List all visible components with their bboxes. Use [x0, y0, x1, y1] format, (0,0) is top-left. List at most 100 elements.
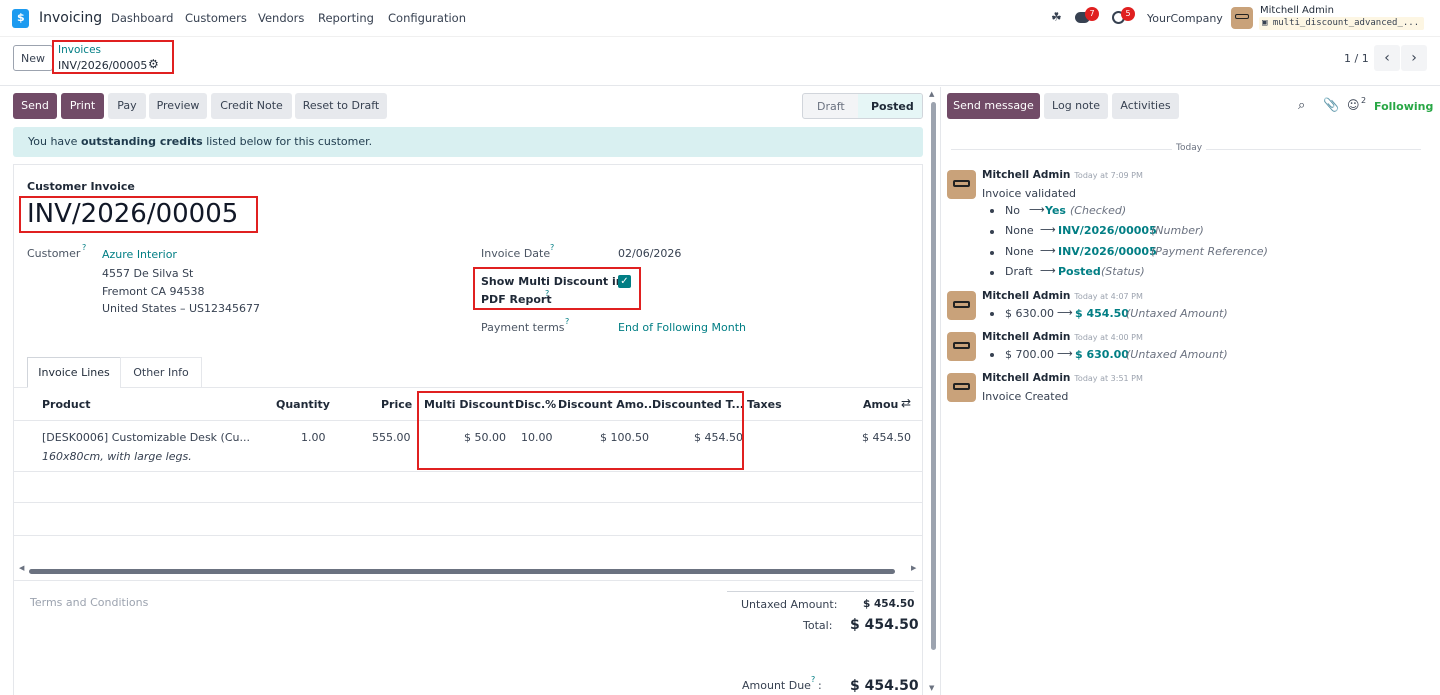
customer-help-icon: ?	[82, 243, 87, 252]
customer-label: Customer	[27, 247, 81, 260]
menu-reporting[interactable]: Reporting	[318, 11, 374, 25]
status-draft[interactable]: Draft	[817, 100, 845, 113]
bug-icon[interactable]: ☘	[1051, 10, 1062, 24]
new-button[interactable]: New	[13, 45, 53, 71]
tab-invoice-lines[interactable]: Invoice Lines	[27, 357, 121, 388]
log-note-button[interactable]: Log note	[1044, 93, 1108, 119]
send-message-button[interactable]: Send message	[947, 93, 1040, 119]
db-name-chip: ▣ multi_discount_advanced_...	[1259, 17, 1424, 30]
customer-name-link[interactable]: Azure Interior	[102, 248, 177, 261]
author-name[interactable]: Mitchell Admin	[982, 372, 1070, 384]
author-name[interactable]: Mitchell Admin	[982, 169, 1070, 181]
col-amount[interactable]: Amou	[863, 398, 898, 411]
menu-customers[interactable]: Customers	[185, 11, 247, 25]
message-avatar[interactable]	[947, 373, 976, 402]
change-bullet	[990, 251, 994, 255]
message-avatar[interactable]	[947, 170, 976, 199]
row-amount: $ 454.50	[862, 431, 911, 444]
main-vertical-scrollbar[interactable]: ▲ ▼	[928, 90, 938, 695]
tab-invoice-lines-label: Invoice Lines	[38, 366, 110, 379]
change-old-value: Draft	[1005, 265, 1033, 278]
invoice-date-help-icon: ?	[550, 243, 555, 252]
search-icon[interactable]: ⌕	[1298, 98, 1305, 113]
company-switcher[interactable]: YourCompany	[1147, 12, 1223, 25]
status-bar: Draft Posted	[802, 93, 923, 119]
arrow-right-icon: ⟶	[1040, 244, 1056, 257]
row-product[interactable]: [DESK0006] Customizable Desk (Cu...	[42, 431, 250, 444]
col-product[interactable]: Product	[42, 398, 91, 411]
app-logo-icon[interactable]: $	[12, 9, 29, 28]
status-posted[interactable]: Posted	[871, 100, 914, 113]
activities-button[interactable]: Activities	[1112, 93, 1179, 119]
optional-columns-icon[interactable]: ⇄	[901, 396, 911, 410]
change-field: (Number)	[1151, 224, 1204, 237]
table-bottom-border	[13, 580, 923, 581]
alert-outstanding-credits[interactable]: outstanding credits	[81, 135, 203, 148]
change-field: (Untaxed Amount)	[1126, 307, 1228, 320]
tab-other-info[interactable]: Other Info	[120, 357, 202, 388]
following-button[interactable]: Following	[1374, 100, 1433, 113]
user-avatar[interactable]	[1231, 7, 1253, 29]
db-name: multi_discount_advanced_...	[1272, 18, 1420, 28]
message-time: Today at 7:09 PM	[1074, 171, 1143, 180]
row-description: 160x80cm, with large legs.	[42, 450, 192, 463]
row-price[interactable]: 555.00	[372, 431, 411, 444]
preview-button[interactable]: Preview	[149, 93, 207, 119]
pager-value[interactable]: 1 / 1	[1344, 52, 1369, 65]
message-body: Invoice validated	[982, 187, 1076, 200]
payment-terms-value[interactable]: End of Following Month	[618, 321, 746, 334]
message-avatar[interactable]	[947, 332, 976, 361]
message-time: Today at 3:51 PM	[1074, 374, 1143, 383]
horizontal-scrollbar[interactable]: ◀ ▶	[19, 564, 917, 576]
scroll-right-icon[interactable]: ▶	[911, 564, 916, 572]
scrollbar-thumb[interactable]	[29, 569, 895, 574]
user-name[interactable]: Mitchell Admin	[1260, 5, 1334, 16]
row-quantity[interactable]: 1.00	[301, 431, 326, 444]
message-avatar[interactable]	[947, 291, 976, 320]
pay-button[interactable]: Pay	[108, 93, 146, 119]
control-panel: New Invoices INV/2026/00005 ⚙ 1 / 1 ‹ ›	[0, 37, 1440, 86]
col-price[interactable]: Price	[381, 398, 412, 411]
change-new-value: Yes	[1045, 204, 1066, 217]
menu-vendors[interactable]: Vendors	[258, 11, 304, 25]
change-new-value: INV/2026/00005	[1058, 224, 1157, 237]
app-name[interactable]: Invoicing	[39, 10, 102, 26]
change-new-value: INV/2026/00005	[1058, 245, 1157, 258]
author-name[interactable]: Mitchell Admin	[982, 331, 1070, 343]
customer-address-line2: Fremont CA 94538	[102, 285, 205, 298]
arrow-right-icon: ⟶	[1057, 347, 1073, 360]
tab-other-info-label: Other Info	[133, 366, 189, 379]
message-author[interactable]: Mitchell Admin Today at 3:51 PM	[982, 372, 1143, 384]
change-bullet	[990, 271, 994, 275]
terms-conditions-field[interactable]: Terms and Conditions	[30, 596, 148, 609]
send-button[interactable]: Send	[13, 93, 57, 119]
scroll-down-icon[interactable]: ▼	[929, 684, 934, 692]
untaxed-amount-value: $ 454.50	[863, 598, 915, 610]
message-author[interactable]: Mitchell Admin Today at 7:09 PM	[982, 169, 1143, 181]
print-button[interactable]: Print	[61, 93, 104, 119]
followers-icon[interactable]: ☺	[1347, 98, 1360, 112]
pager-prev-button[interactable]: ‹	[1374, 45, 1400, 71]
menu-dashboard[interactable]: Dashboard	[111, 11, 173, 25]
author-name[interactable]: Mitchell Admin	[982, 290, 1070, 302]
paperclip-icon[interactable]: 📎	[1323, 98, 1339, 113]
amount-due-help-icon: ?	[811, 675, 816, 684]
message-author[interactable]: Mitchell Admin Today at 4:00 PM	[982, 331, 1143, 343]
scroll-left-icon[interactable]: ◀	[19, 564, 24, 572]
col-quantity[interactable]: Quantity	[276, 398, 330, 411]
alert-suffix: listed below for this customer.	[202, 135, 373, 148]
date-separator: Today	[1172, 143, 1207, 153]
invoice-date-value[interactable]: 02/06/2026	[618, 247, 681, 260]
change-bullet	[990, 209, 994, 213]
vertical-scrollbar-thumb[interactable]	[931, 102, 936, 650]
invoice-name-highlight	[19, 196, 258, 233]
row-divider-3	[13, 535, 923, 536]
message-author[interactable]: Mitchell Admin Today at 4:07 PM	[982, 290, 1143, 302]
menu-configuration[interactable]: Configuration	[388, 11, 466, 25]
change-new-value: $ 630.00	[1075, 348, 1129, 361]
scroll-up-icon[interactable]: ▲	[929, 90, 934, 98]
reset-to-draft-button[interactable]: Reset to Draft	[295, 93, 387, 119]
credit-note-button[interactable]: Credit Note	[211, 93, 292, 119]
pager-next-button[interactable]: ›	[1401, 45, 1427, 71]
col-taxes[interactable]: Taxes	[747, 398, 782, 411]
